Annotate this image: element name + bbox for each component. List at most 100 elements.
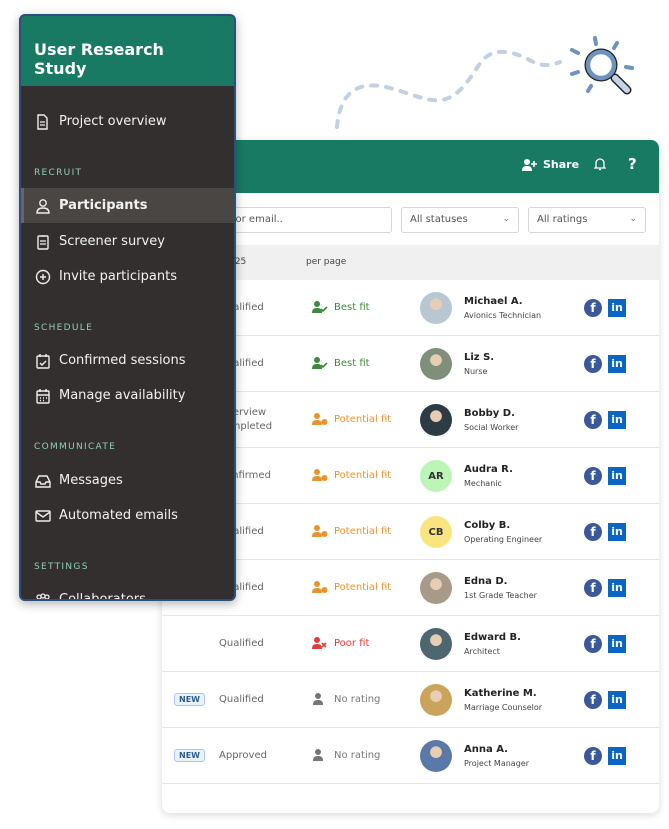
sidebar-item-label: Project overview <box>59 114 167 129</box>
participant-name[interactable]: Audra R. <box>464 464 513 475</box>
sidebar-item-project-overview[interactable]: Project overview <box>21 104 234 139</box>
new-badge: NEW <box>174 749 205 762</box>
sidebar-item-screener-survey[interactable]: Screener survey <box>21 224 234 259</box>
avatar[interactable] <box>420 684 452 716</box>
linkedin-icon[interactable]: in <box>608 747 626 765</box>
avatar-initials: CB <box>428 526 444 538</box>
linkedin-icon[interactable]: in <box>608 635 626 653</box>
linkedin-icon[interactable]: in <box>608 467 626 485</box>
linkedin-icon[interactable]: in <box>608 579 626 597</box>
participant-job: 1st Grade Teacher <box>464 591 537 600</box>
participant-job: Architect <box>464 647 500 656</box>
participant-name[interactable]: Edna D. <box>464 576 507 587</box>
rating-best[interactable]: Best fit <box>312 301 370 313</box>
share-button[interactable]: Share <box>522 158 579 171</box>
status-label: Approved <box>219 750 267 761</box>
facebook-icon[interactable]: f <box>584 579 602 597</box>
project-title: User Research Study <box>21 16 234 86</box>
table-row[interactable]: Qualified Poor fit Edward B. Architect f… <box>162 616 659 672</box>
participant-job: Nurse <box>464 367 488 376</box>
user-icon <box>36 198 50 214</box>
table-row[interactable]: NEW Approved No rating Anna A. Project M… <box>162 728 659 784</box>
facebook-icon[interactable]: f <box>584 635 602 653</box>
table-row[interactable]: Qualified Best fit Michael A. Avionics T… <box>162 280 659 336</box>
status-text: Qualified <box>219 616 264 672</box>
bell-icon[interactable] <box>594 157 606 171</box>
rating-potential[interactable]: Potential fit <box>312 413 391 425</box>
avatar[interactable]: CB <box>420 516 452 548</box>
status-filter-value: All statuses <box>410 214 468 225</box>
participant-name[interactable]: Liz S. <box>464 352 494 363</box>
rating-potential[interactable]: Potential fit <box>312 581 391 593</box>
facebook-icon[interactable]: f <box>584 523 602 541</box>
rating-label: Potential fit <box>334 469 392 481</box>
sidebar-item-label: Confirmed sessions <box>59 353 186 368</box>
rating-none[interactable]: No rating <box>312 749 380 761</box>
sidebar-item-automated-emails[interactable]: Automated emails <box>21 498 234 533</box>
status-filter-select[interactable]: All statuses ⌄ <box>401 207 519 233</box>
best-fit-icon <box>312 357 328 369</box>
section-recruit: RECRUIT <box>34 168 83 178</box>
linkedin-icon[interactable]: in <box>608 411 626 429</box>
linkedin-icon[interactable]: in <box>608 523 626 541</box>
sidebar-item-manage-availability[interactable]: Manage availability <box>21 378 234 413</box>
avatar[interactable] <box>420 628 452 660</box>
rating-label: Potential fit <box>334 525 392 537</box>
participant-name[interactable]: Bobby D. <box>464 408 515 419</box>
sidebar-item-label: Invite participants <box>59 269 177 284</box>
sidebar-item-label: Participants <box>59 198 148 213</box>
table-row[interactable]: Overview completed Potential fit Bobby D… <box>162 392 659 448</box>
linkedin-icon[interactable]: in <box>608 299 626 317</box>
sidebar-item-collaborators[interactable]: Collaborators <box>21 582 234 599</box>
sidebar-item-label: Manage availability <box>59 388 186 403</box>
facebook-icon[interactable]: f <box>584 411 602 429</box>
sidebar-item-label: Automated emails <box>59 508 178 523</box>
sidebar-item-invite-participants[interactable]: Invite participants <box>21 259 234 294</box>
table-row[interactable]: Qualified Best fit Liz S. Nurse f in <box>162 336 659 392</box>
sidebar-item-confirmed-sessions[interactable]: Confirmed sessions <box>21 343 234 378</box>
facebook-icon[interactable]: f <box>584 467 602 485</box>
table-row[interactable]: Qualified Potential fit Edna D. 1st Grad… <box>162 560 659 616</box>
participant-job: Project Manager <box>464 759 529 768</box>
participant-name[interactable]: Colby B. <box>464 520 510 531</box>
participant-name[interactable]: Michael A. <box>464 296 523 307</box>
avatar[interactable] <box>420 740 452 772</box>
rating-filter-select[interactable]: All ratings ⌄ <box>528 207 646 233</box>
add-user-icon <box>522 158 537 171</box>
sidebar-item-participants[interactable]: Participants <box>21 188 234 223</box>
section-communicate: COMMUNICATE <box>34 442 117 452</box>
linkedin-icon[interactable]: in <box>608 691 626 709</box>
linkedin-icon[interactable]: in <box>608 355 626 373</box>
rating-potential[interactable]: Potential fit <box>312 525 391 537</box>
sidebar-item-label: Screener survey <box>59 234 165 249</box>
participant-job: Avionics Technician <box>464 311 542 320</box>
participant-name[interactable]: Edward B. <box>464 632 521 643</box>
rating-poor[interactable]: Poor fit <box>312 637 369 649</box>
table-row[interactable]: Qualified Potential fit CB Colby B. Oper… <box>162 504 659 560</box>
status-label: Qualified <box>219 638 264 649</box>
status-label: Qualified <box>219 694 264 705</box>
participant-name[interactable]: Anna A. <box>464 744 508 755</box>
rating-label: No rating <box>334 749 381 761</box>
avatar[interactable] <box>420 404 452 436</box>
avatar[interactable] <box>420 292 452 324</box>
mail-icon <box>35 509 51 522</box>
table-row[interactable]: Confirmed Potential fit AR Audra R. Mech… <box>162 448 659 504</box>
avatar[interactable] <box>420 572 452 604</box>
rating-none[interactable]: No rating <box>312 693 380 705</box>
facebook-icon[interactable]: f <box>584 299 602 317</box>
rating-best[interactable]: Best fit <box>312 357 370 369</box>
calendar-icon <box>36 388 50 404</box>
participant-name[interactable]: Katherine M. <box>464 688 537 699</box>
table-row[interactable]: NEW Qualified No rating Katherine M. Mar… <box>162 672 659 728</box>
facebook-icon[interactable]: f <box>584 747 602 765</box>
sidebar-item-messages[interactable]: Messages <box>21 463 234 498</box>
avatar[interactable] <box>420 348 452 380</box>
avatar[interactable]: AR <box>420 460 452 492</box>
status-text: Qualified <box>219 672 264 728</box>
facebook-icon[interactable]: f <box>584 691 602 709</box>
help-button[interactable]: ? <box>628 155 637 173</box>
plus-circle-icon <box>35 269 51 284</box>
rating-potential[interactable]: Potential fit <box>312 469 391 481</box>
facebook-icon[interactable]: f <box>584 355 602 373</box>
